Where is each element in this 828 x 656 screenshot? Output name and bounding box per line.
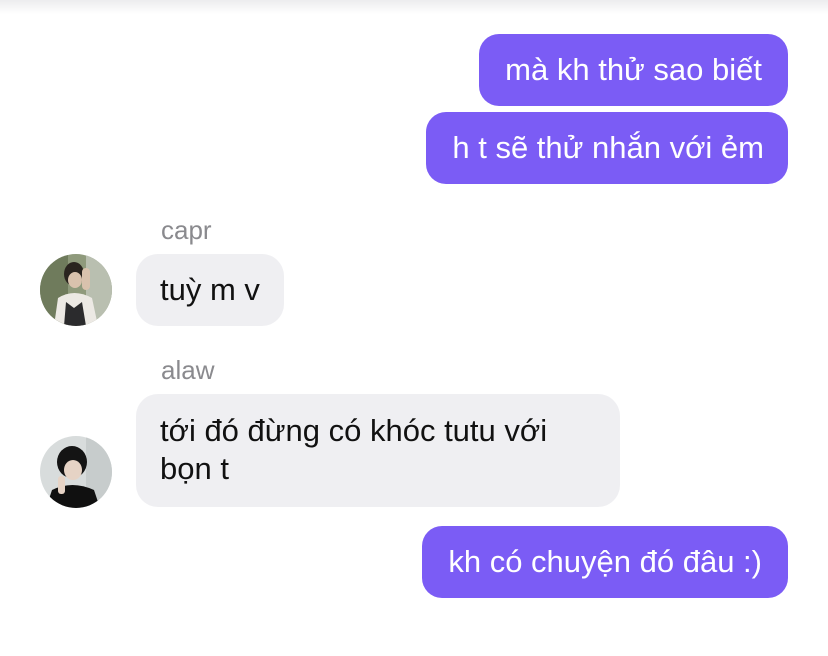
person-photo-icon — [40, 254, 112, 326]
message-bubble-incoming[interactable]: tuỳ m v — [136, 254, 284, 326]
header-shadow — [0, 0, 828, 14]
sender-name: alaw — [161, 355, 215, 385]
message-text: tuỳ m v — [160, 272, 260, 307]
message-bubble-incoming[interactable]: tới đó đừng có khóc tutu với bọn t — [136, 394, 620, 507]
message-text-line: tới đó đừng có khóc tutu với — [160, 413, 548, 448]
message-bubble-outgoing[interactable]: kh có chuyện đó đâu :) — [422, 526, 788, 598]
avatar-alaw[interactable] — [40, 436, 112, 508]
message-bubble-outgoing[interactable]: h t sẽ thử nhắn với ẻm — [426, 112, 788, 184]
chat-thread: mà kh thử sao biết h t sẽ thử nhắn với ẻ… — [0, 0, 828, 656]
sender-name: capr — [161, 215, 212, 245]
person-photo-icon — [40, 436, 112, 508]
message-text-line: bọn t — [160, 451, 229, 486]
avatar-capr[interactable] — [40, 254, 112, 326]
message-text: kh có chuyện đó đâu :) — [448, 544, 762, 579]
message-text: mà kh thử sao biết — [505, 52, 762, 87]
message-text: h t sẽ thử nhắn với ẻm — [452, 130, 764, 165]
message-bubble-outgoing[interactable]: mà kh thử sao biết — [479, 34, 788, 106]
